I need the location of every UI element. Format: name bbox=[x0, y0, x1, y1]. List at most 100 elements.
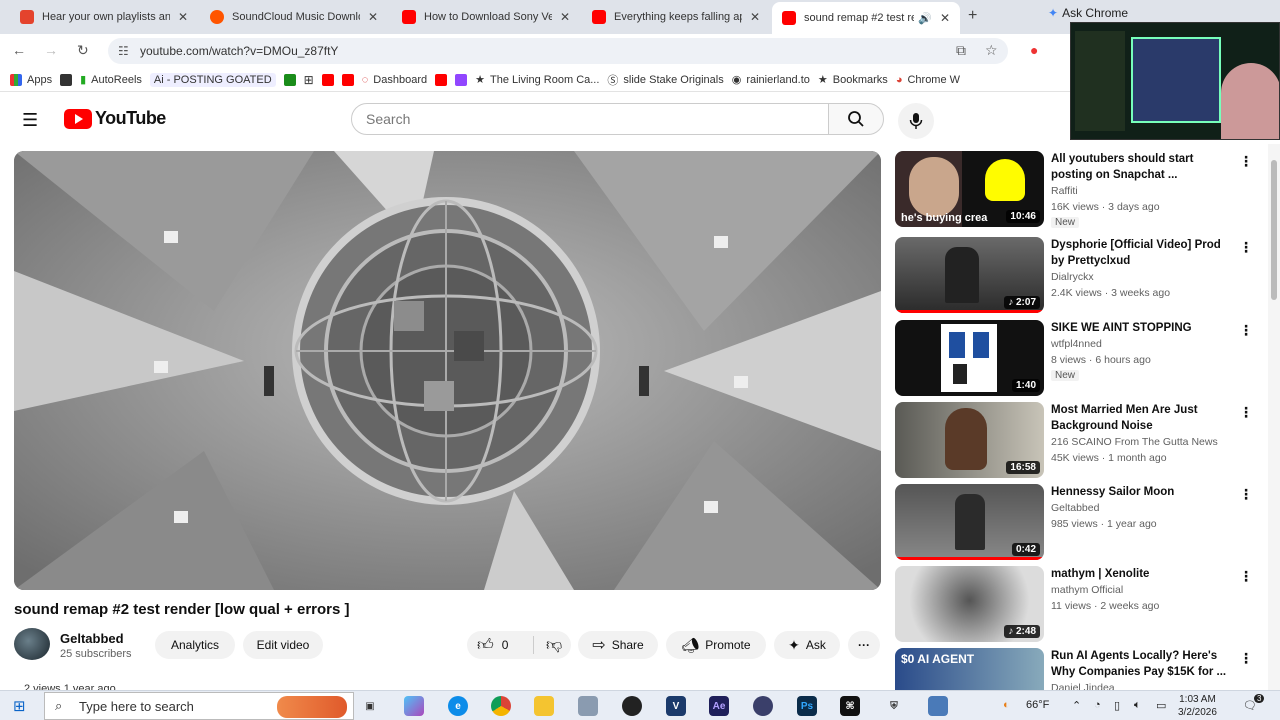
recommendation-channel[interactable]: Raffiti bbox=[1051, 183, 1078, 199]
tab-soundcloud[interactable]: SoundCloud Music Downlo ✕ bbox=[200, 4, 388, 30]
bookmark-item[interactable] bbox=[435, 73, 448, 86]
recommendation-channel[interactable]: wtfpl4nned bbox=[1051, 336, 1102, 352]
video-thumbnail[interactable]: 1:40 bbox=[895, 320, 1044, 396]
edit-video-button[interactable]: Edit video bbox=[243, 631, 323, 659]
recommendation-channel[interactable]: Daniel Jindea bbox=[1051, 680, 1115, 690]
channel-name[interactable]: Geltabbed bbox=[60, 631, 124, 646]
reload-icon[interactable]: ↻ bbox=[77, 42, 89, 59]
video-thumbnail[interactable]: ♪ 2:48 bbox=[895, 566, 1044, 642]
tab-everything-falling[interactable]: Everything keeps falling ap ✕ bbox=[582, 4, 770, 30]
video-thumbnail[interactable]: ♪ 2:07 bbox=[895, 237, 1044, 313]
more-vertical-icon[interactable]: ⋮ bbox=[1239, 322, 1253, 339]
capcut-icon[interactable]: ⌘ bbox=[840, 696, 860, 716]
file-explorer-icon[interactable] bbox=[534, 696, 554, 716]
weather-icon[interactable]: ◐ bbox=[1003, 699, 1010, 711]
like-button[interactable]: 👍︎ 0 bbox=[477, 636, 533, 655]
tab-close-icon[interactable]: ✕ bbox=[368, 10, 378, 24]
install-icon[interactable]: ⧉ bbox=[956, 42, 966, 59]
bookmark-item[interactable] bbox=[455, 73, 468, 86]
recommendation-channel[interactable]: 216 SCAINO From The Gutta News bbox=[1051, 434, 1218, 450]
ask-button[interactable]: ✦ Ask bbox=[774, 631, 840, 659]
more-vertical-icon[interactable]: ⋮ bbox=[1239, 650, 1253, 667]
recommendation-channel[interactable]: mathym Official bbox=[1051, 582, 1123, 598]
obs-icon[interactable] bbox=[622, 696, 642, 716]
bookmark-autoreels[interactable]: ▮ AutoReels bbox=[80, 73, 142, 87]
bookmark-chrome-web[interactable]: ◕ Chrome W bbox=[896, 74, 960, 86]
tab-sound-remap-active[interactable]: sound remap #2 test re 🔊 ✕ bbox=[772, 2, 960, 34]
system-clock[interactable]: 1:03 AM 3/2/2026 bbox=[1178, 693, 1217, 719]
recommendation-item[interactable]: $0 AI AGENT Run AI Agents Locally? Here'… bbox=[895, 648, 1265, 690]
video-thumbnail[interactable]: $0 AI AGENT bbox=[895, 648, 1044, 690]
vegas-icon[interactable]: V bbox=[666, 696, 686, 716]
shield-icon[interactable]: ⛨ bbox=[884, 696, 904, 716]
tab-close-icon[interactable]: ✕ bbox=[940, 11, 950, 25]
photoshop-icon[interactable]: Ps bbox=[797, 696, 817, 716]
network-icon[interactable]: ▭ bbox=[1156, 699, 1166, 712]
task-view-icon[interactable]: ▣ bbox=[360, 696, 380, 716]
page-scrollbar[interactable] bbox=[1268, 144, 1280, 690]
edge-icon[interactable]: e bbox=[448, 696, 468, 716]
recommendation-title[interactable]: Run AI Agents Locally? Here's Why Compan… bbox=[1051, 648, 1237, 680]
after-effects-icon[interactable]: Ae bbox=[709, 696, 729, 716]
recommendation-item[interactable]: ♪ 2:07 Dysphorie [Official Video] Prod b… bbox=[895, 237, 1265, 315]
scrollbar-thumb[interactable] bbox=[1271, 160, 1277, 300]
recommendation-title[interactable]: Dysphorie [Official Video] Prod by Prett… bbox=[1051, 237, 1237, 269]
site-info-icon[interactable]: ☷ bbox=[118, 44, 129, 58]
tab-playlists[interactable]: Hear your own playlists an ✕ bbox=[10, 4, 198, 30]
bookmark-item[interactable] bbox=[60, 73, 73, 86]
video-player[interactable] bbox=[14, 151, 881, 590]
bookmark-item[interactable] bbox=[341, 73, 354, 86]
app-icon[interactable] bbox=[578, 696, 598, 716]
video-thumbnail[interactable]: 16:58 bbox=[895, 402, 1044, 478]
bookmark-apps[interactable]: Apps bbox=[10, 73, 52, 86]
voice-search-button[interactable] bbox=[898, 103, 934, 139]
windows-start-icon[interactable]: ⊞ bbox=[13, 697, 26, 715]
recommendation-title[interactable]: Hennessy Sailor Moon bbox=[1051, 484, 1237, 500]
speaker-icon[interactable]: 🔊 bbox=[918, 12, 932, 25]
bookmark-item[interactable] bbox=[321, 73, 334, 86]
back-icon[interactable]: ← bbox=[12, 42, 26, 58]
recommendation-channel[interactable]: Geltabbed bbox=[1051, 500, 1099, 516]
tab-sony-vegas[interactable]: How to Download Sony Ve ✕ bbox=[392, 4, 580, 30]
tab-close-icon[interactable]: ✕ bbox=[178, 10, 188, 24]
app-icon[interactable] bbox=[928, 696, 948, 716]
menu-icon[interactable]: ☰ bbox=[22, 110, 38, 131]
recommendation-title[interactable]: mathym | Xenolite bbox=[1051, 566, 1237, 582]
video-thumbnail[interactable]: 0:42 bbox=[895, 484, 1044, 560]
battery-icon[interactable]: ▯ bbox=[1114, 699, 1120, 712]
recommendation-title[interactable]: Most Married Men Are Just Background Noi… bbox=[1051, 402, 1237, 434]
extension-icon[interactable]: ● bbox=[1030, 42, 1038, 58]
url-field[interactable]: ☷ youtube.com/watch?v=DMOu_z87ftY bbox=[108, 38, 1008, 64]
channel-avatar[interactable] bbox=[14, 628, 50, 660]
bookmark-rainierland[interactable]: ◉ rainierland.to bbox=[732, 73, 810, 87]
more-actions-button[interactable]: ··· bbox=[848, 631, 880, 659]
recommendation-title[interactable]: SIKE WE AINT STOPPING bbox=[1051, 320, 1237, 336]
more-vertical-icon[interactable]: ⋮ bbox=[1239, 239, 1253, 256]
tab-close-icon[interactable]: ✕ bbox=[750, 10, 760, 24]
bookmark-living-room[interactable]: ★ The Living Room Ca... bbox=[475, 73, 599, 87]
bookmark-ai-posting[interactable]: Ai - POSTING GOATED bbox=[149, 72, 276, 87]
search-input[interactable]: Search bbox=[351, 103, 829, 135]
bookmark-star-icon[interactable]: ☆ bbox=[985, 42, 998, 59]
recommendation-item[interactable]: 1:40 SIKE WE AINT STOPPING wtfpl4nned 8 … bbox=[895, 320, 1265, 398]
taskbar-search-input[interactable]: ⌕ Type here to search bbox=[44, 692, 354, 720]
bookmark-dashboard[interactable]: ◌ Dashboard bbox=[362, 74, 427, 86]
tab-close-icon[interactable]: ✕ bbox=[560, 10, 570, 24]
youtube-logo[interactable]: YouTube bbox=[64, 108, 166, 129]
ask-chrome-button[interactable]: ✦ Ask Chrome bbox=[1048, 6, 1128, 20]
recommendation-item[interactable]: 0:42 Hennessy Sailor Moon Geltabbed 985 … bbox=[895, 484, 1265, 562]
chevron-up-icon[interactable]: ⌃ bbox=[1072, 699, 1081, 712]
wifi-icon[interactable]: ◔ bbox=[1094, 699, 1101, 711]
recommendation-item[interactable]: ♪ 2:48 mathym | Xenolite mathym Official… bbox=[895, 566, 1265, 644]
bookmark-item[interactable]: ⊞ bbox=[304, 73, 314, 87]
new-tab-button[interactable]: + bbox=[968, 7, 977, 25]
bookmark-item[interactable] bbox=[283, 73, 296, 86]
app-icon[interactable] bbox=[753, 696, 773, 716]
more-vertical-icon[interactable]: ⋮ bbox=[1239, 486, 1253, 503]
dislike-button[interactable]: 👎︎ bbox=[534, 636, 562, 655]
chrome-icon[interactable] bbox=[491, 696, 511, 716]
share-button[interactable]: ⇨ Share bbox=[578, 631, 658, 659]
recommendation-channel[interactable]: Dialryckx bbox=[1051, 269, 1094, 285]
more-vertical-icon[interactable]: ⋮ bbox=[1239, 153, 1253, 170]
recommendation-item[interactable]: 16:58 Most Married Men Are Just Backgrou… bbox=[895, 402, 1265, 480]
